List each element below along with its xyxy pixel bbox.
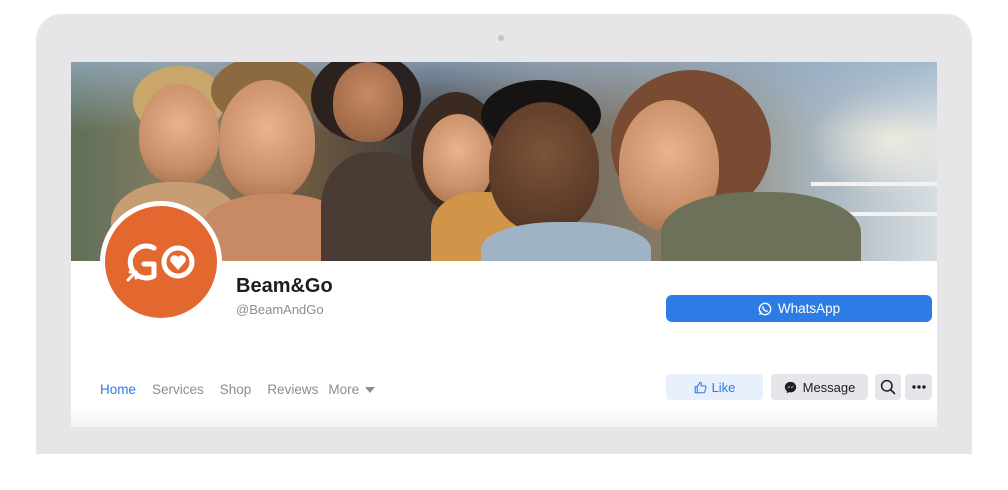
content-area-top [71, 407, 937, 427]
more-options-button[interactable] [905, 374, 932, 400]
message-button-label: Message [802, 379, 856, 395]
person-face [333, 62, 403, 142]
person-body [661, 192, 861, 261]
whatsapp-button[interactable]: WhatsApp [666, 295, 932, 322]
person-face [219, 80, 315, 200]
page-nav-tabs: Home Services Shop Reviews More [100, 382, 376, 397]
tab-more[interactable]: More [328, 382, 376, 397]
facebook-page-screen: Beam&Go @BeamAndGo WhatsApp Home Service… [71, 62, 937, 427]
tab-shop[interactable]: Shop [220, 382, 252, 397]
search-button[interactable] [875, 374, 901, 400]
message-button[interactable]: Message [771, 374, 868, 400]
tab-reviews[interactable]: Reviews [267, 382, 318, 397]
like-button-label: Like [711, 379, 736, 395]
page-avatar[interactable] [105, 206, 217, 318]
more-dots-icon [911, 385, 926, 389]
tab-services[interactable]: Services [152, 382, 204, 397]
whatsapp-icon [758, 302, 772, 315]
like-button[interactable]: Like [666, 374, 763, 400]
page-handle: @BeamAndGo [236, 302, 324, 317]
search-icon [880, 379, 896, 395]
laptop-frame: Beam&Go @BeamAndGo WhatsApp Home Service… [36, 14, 972, 454]
messenger-icon [784, 381, 796, 393]
thumbs-up-icon [694, 381, 707, 393]
tab-more-label: More [328, 382, 360, 397]
person-body [481, 222, 651, 261]
webcam [498, 35, 504, 41]
cover-railing [811, 182, 937, 186]
beamandgo-logo-icon [126, 243, 195, 282]
person-face [139, 84, 219, 184]
person-face [489, 102, 599, 232]
caret-down-icon [365, 386, 376, 393]
tab-home[interactable]: Home [100, 382, 136, 397]
whatsapp-button-label: WhatsApp [777, 301, 841, 316]
person-face [423, 114, 493, 204]
page-name: Beam&Go [236, 275, 333, 297]
